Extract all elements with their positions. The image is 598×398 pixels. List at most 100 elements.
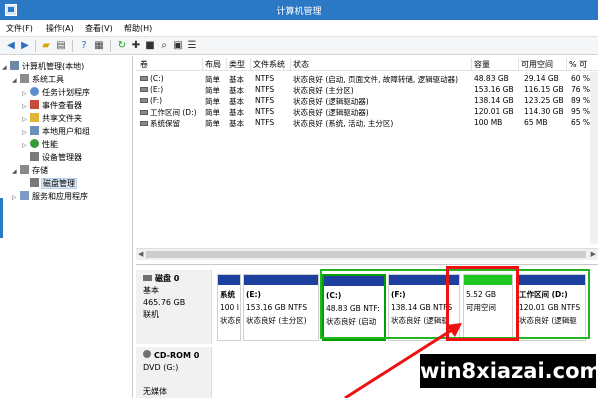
tree-item-root[interactable]: ◢ 计算机管理(本地) xyxy=(2,60,84,73)
tree-item-shared-folders[interactable]: ▷ 共享文件夹 xyxy=(22,112,82,125)
tree-item-system-tools[interactable]: ◢ 系统工具 xyxy=(12,73,64,86)
device-manager-icon xyxy=(30,152,39,161)
type-cell: 基本 xyxy=(229,119,244,128)
partition-status: 状态良好 (主分区) xyxy=(246,316,307,325)
volume-cell: 系统保留 xyxy=(140,118,180,129)
column-header[interactable]: % 可 xyxy=(569,59,587,70)
back-icon[interactable]: ◀ xyxy=(5,40,17,52)
chevron-right-icon[interactable]: ▷ xyxy=(22,139,30,152)
tree-label: 服务和应用程序 xyxy=(32,192,88,201)
table-header: 卷 布局 类型 文件系统 状态 容量 可用空间 % 可 xyxy=(136,57,598,71)
layout-cell: 简单 xyxy=(205,119,220,128)
column-header[interactable]: 容量 xyxy=(474,59,490,70)
new-icon[interactable]: ✚ xyxy=(130,40,142,52)
table-row[interactable]: (C:) 简单 基本 NTFS 状态良好 (启动, 页面文件, 故障转储, 逻辑… xyxy=(136,74,598,85)
search-icon[interactable]: ⌕ xyxy=(158,40,170,52)
forward-icon[interactable]: ▶ xyxy=(19,40,31,52)
table-row[interactable]: 系统保留 简单 基本 NTFS 状态良好 (系统, 活动, 主分区) 100 M… xyxy=(136,118,598,129)
menu-action[interactable]: 操作(A) xyxy=(46,23,74,34)
tree-label: 本地用户和组 xyxy=(42,127,90,136)
volume-cell: (F:) xyxy=(140,96,162,105)
partition-size: 153.16 GB NTFS xyxy=(246,303,308,312)
menu-bar: 文件(F) 操作(A) 查看(V) 帮助(H) xyxy=(0,20,598,37)
services-icon xyxy=(20,191,29,200)
tree-item-services[interactable]: ▷ 服务和应用程序 xyxy=(12,190,88,203)
table-row[interactable]: (E:) 简单 基本 NTFS 状态良好 (主分区) 153.16 GB 116… xyxy=(136,85,598,96)
properties-icon[interactable]: ▤ xyxy=(55,40,67,52)
storage-icon xyxy=(20,165,29,174)
settings-icon[interactable]: ▣ xyxy=(172,40,184,52)
tree-item-performance[interactable]: ▷ 性能 xyxy=(22,138,58,151)
table-row[interactable]: 工作区间 (D:) 简单 基本 NTFS 状态良好 (逻辑驱动器) 120.01… xyxy=(136,107,598,118)
type-cell: 基本 xyxy=(229,86,244,95)
help-icon[interactable]: ? xyxy=(78,40,90,52)
status-cell: 状态良好 (启动, 页面文件, 故障转储, 逻辑驱动器) xyxy=(293,75,459,84)
menu-view[interactable]: 查看(V) xyxy=(85,23,113,34)
layout-cell: 简单 xyxy=(205,108,220,117)
list-icon[interactable]: ☰ xyxy=(186,40,198,52)
tree-label: 任务计划程序 xyxy=(42,88,90,97)
drive-icon xyxy=(140,121,148,126)
percent-free-cell: 95 % xyxy=(571,107,591,116)
filesystem-cell: NTFS xyxy=(255,96,275,105)
tree-item-event-viewer[interactable]: ▷ 事件查看器 xyxy=(22,99,82,112)
disk-icon xyxy=(143,275,152,281)
column-header[interactable]: 状态 xyxy=(293,59,309,70)
delete-icon[interactable]: ■ xyxy=(144,40,156,52)
capacity-cell: 48.83 GB xyxy=(474,74,509,83)
scroll-right-icon[interactable]: ▶ xyxy=(591,250,596,258)
percent-free-cell: 60 % xyxy=(571,74,591,83)
type-cell: 基本 xyxy=(229,97,244,106)
toolbar: ◀ ▶ ▰ ▤ ? ▦ ↻ ✚ ■ ⌕ ▣ ☰ xyxy=(0,37,598,55)
menu-help[interactable]: 帮助(H) xyxy=(124,23,152,34)
chevron-down-icon[interactable]: ◢ xyxy=(12,74,20,87)
drive-icon xyxy=(140,76,148,81)
menu-file[interactable]: 文件(F) xyxy=(6,23,33,34)
tree-item-device-manager[interactable]: 设备管理器 xyxy=(30,151,82,164)
filesystem-cell: NTFS xyxy=(255,74,275,83)
shared-folder-icon xyxy=(30,113,39,122)
folder-up-icon[interactable]: ▰ xyxy=(40,40,52,52)
partition-name: (E:) xyxy=(246,290,261,299)
horizontal-scrollbar[interactable]: ◀ ▶ xyxy=(136,248,598,260)
column-header[interactable]: 卷 xyxy=(140,59,148,70)
tools-icon xyxy=(20,74,29,83)
column-header[interactable]: 类型 xyxy=(229,59,245,70)
vertical-scrollbar[interactable] xyxy=(590,72,598,244)
cdrom-icon xyxy=(143,350,151,358)
chevron-down-icon[interactable]: ◢ xyxy=(12,165,20,178)
partition-bar xyxy=(218,275,240,285)
column-header[interactable]: 布局 xyxy=(205,59,221,70)
tree-item-storage[interactable]: ◢ 存储 xyxy=(12,164,48,177)
column-header[interactable]: 可用空间 xyxy=(521,59,553,70)
type-cell: 基本 xyxy=(229,75,244,84)
toolbar-separator xyxy=(35,40,36,52)
free-space-cell: 65 MB xyxy=(524,118,548,127)
disk-type: 基本 xyxy=(143,286,159,295)
title-bar: 计算机管理 xyxy=(0,0,598,20)
partition-system-reserved[interactable]: 系统 100 I 状态良 xyxy=(217,274,241,341)
status-cell: 状态良好 (逻辑驱动器) xyxy=(293,97,369,106)
cdrom-info[interactable]: CD-ROM 0 DVD (G:) 无媒体 xyxy=(136,347,212,398)
type-cell: 基本 xyxy=(229,108,244,117)
percent-free-cell: 76 % xyxy=(571,85,591,94)
scroll-left-icon[interactable]: ◀ xyxy=(138,250,143,258)
free-space-cell: 116.15 GB xyxy=(524,85,564,94)
tree-item-task-scheduler[interactable]: ▷ 任务计划程序 xyxy=(22,86,90,99)
tree-item-local-users[interactable]: ▷ 本地用户和组 xyxy=(22,125,90,138)
filesystem-cell: NTFS xyxy=(255,85,275,94)
scrollbar-thumb[interactable] xyxy=(146,251,586,258)
refresh-icon[interactable]: ↻ xyxy=(116,40,128,52)
capacity-cell: 153.16 GB xyxy=(474,85,514,94)
tree-label: 系统工具 xyxy=(32,75,64,84)
chevron-right-icon[interactable]: ▷ xyxy=(12,191,20,204)
tree-item-disk-management[interactable]: 磁盘管理 xyxy=(22,177,77,190)
view-icon[interactable]: ▦ xyxy=(93,40,105,52)
column-header[interactable]: 文件系统 xyxy=(253,59,285,70)
chevron-down-icon[interactable]: ◢ xyxy=(2,61,10,74)
status-cell: 状态良好 (系统, 活动, 主分区) xyxy=(293,119,394,128)
drive-icon xyxy=(140,110,148,115)
partition-e[interactable]: (E:) 153.16 GB NTFS 状态良好 (主分区) xyxy=(243,274,319,341)
disk-0-info[interactable]: 磁盘 0 基本 465.76 GB 联机 xyxy=(136,270,212,344)
table-row[interactable]: (F:) 简单 基本 NTFS 状态良好 (逻辑驱动器) 138.14 GB 1… xyxy=(136,96,598,107)
